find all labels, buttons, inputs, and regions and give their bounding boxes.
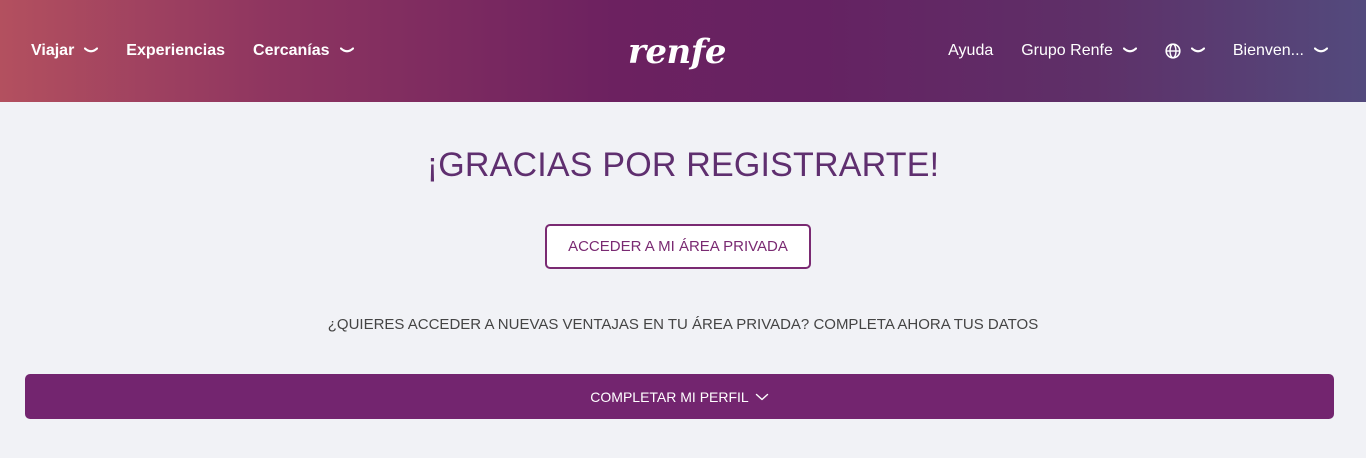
chevron-down-icon bbox=[1190, 47, 1205, 55]
main-nav: Viajar Experiencias Cercanías bbox=[31, 0, 354, 102]
chevron-down-icon bbox=[84, 47, 99, 55]
nav-experiencias-label: Experiencias bbox=[126, 42, 226, 59]
secondary-nav: Ayuda Grupo Renfe Bienven... bbox=[948, 0, 1328, 102]
globe-icon bbox=[1165, 43, 1181, 59]
nav-experiencias[interactable]: Experiencias bbox=[126, 42, 225, 60]
svg-text:renfe: renfe bbox=[628, 32, 726, 72]
language-selector[interactable] bbox=[1165, 43, 1205, 59]
nav-grupo-renfe[interactable]: Grupo Renfe bbox=[1021, 42, 1137, 60]
top-header: Viajar Experiencias Cercanías renfe Ayud… bbox=[0, 0, 1366, 102]
renfe-logo[interactable]: renfe bbox=[626, 30, 736, 74]
page-title: ¡GRACIAS POR REGISTRARTE! bbox=[426, 146, 940, 184]
user-menu[interactable]: Bienven... bbox=[1233, 42, 1328, 60]
nav-ayuda-label: Ayuda bbox=[948, 42, 994, 59]
main-content: ¡GRACIAS POR REGISTRARTE! ACCEDER A MI Á… bbox=[0, 102, 1366, 458]
chevron-down-icon bbox=[755, 393, 769, 401]
chevron-down-icon bbox=[1314, 47, 1328, 55]
chevron-down-icon bbox=[1122, 47, 1137, 55]
nav-ayuda[interactable]: Ayuda bbox=[948, 42, 993, 60]
chevron-down-icon bbox=[339, 47, 354, 55]
nav-cercanias[interactable]: Cercanías bbox=[253, 42, 354, 60]
nav-viajar-label: Viajar bbox=[31, 42, 75, 59]
user-menu-label: Bienven... bbox=[1232, 42, 1304, 59]
complete-profile-button[interactable]: COMPLETAR MI PERFIL bbox=[25, 374, 1334, 419]
nav-cercanias-label: Cercanías bbox=[253, 42, 330, 59]
complete-profile-label: COMPLETAR MI PERFIL bbox=[590, 388, 749, 405]
profile-prompt-text: ¿QUIERES ACCEDER A NUEVAS VENTAJAS EN TU… bbox=[327, 316, 1039, 333]
renfe-logo-wordmark: renfe bbox=[628, 32, 727, 72]
access-private-area-button[interactable]: ACCEDER A MI ÁREA PRIVADA bbox=[545, 224, 811, 269]
nav-viajar[interactable]: Viajar bbox=[31, 42, 99, 60]
nav-grupo-renfe-label: Grupo Renfe bbox=[1021, 42, 1113, 59]
